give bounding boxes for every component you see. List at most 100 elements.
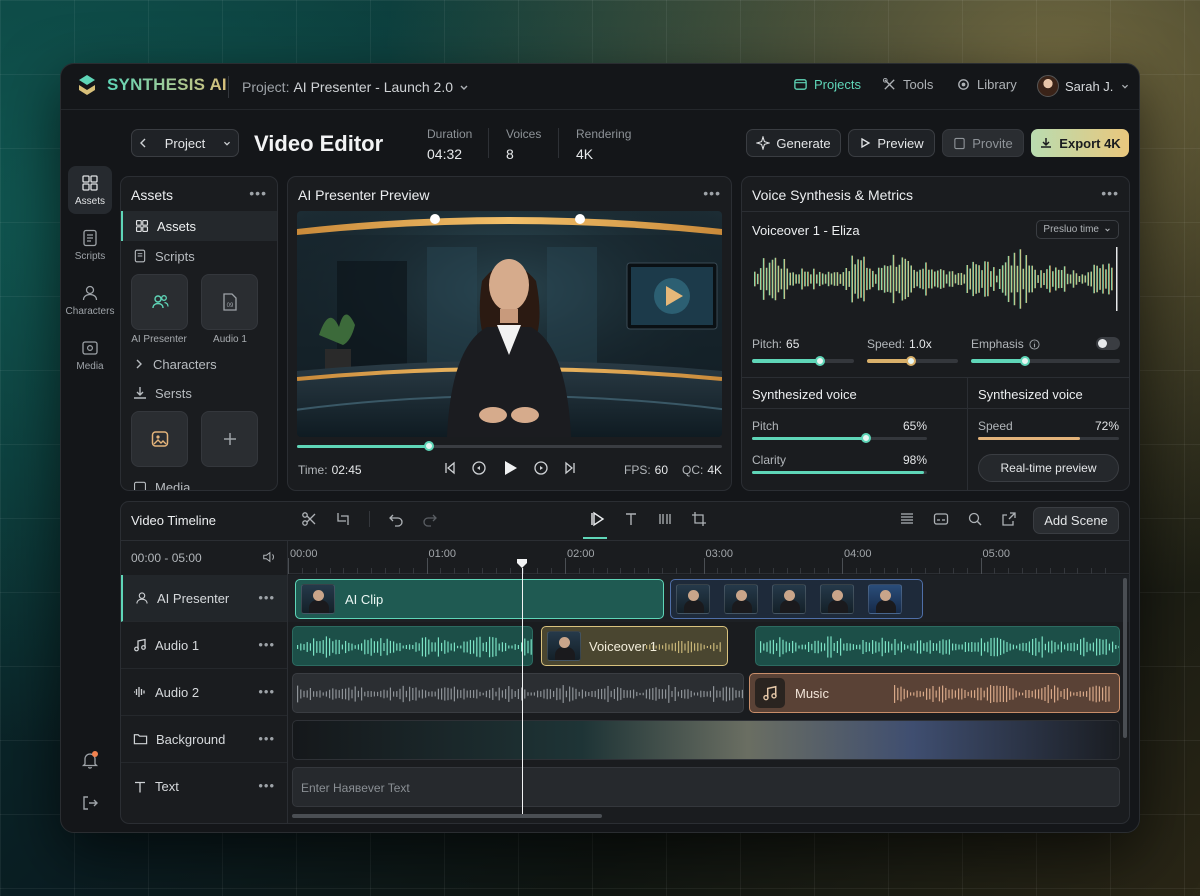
more-icon[interactable]: ••• (1101, 185, 1119, 201)
emphasis-toggle[interactable] (1096, 337, 1120, 350)
skip-back-icon[interactable] (443, 461, 457, 475)
ruler-minor-tick (343, 568, 345, 574)
slider-knob[interactable] (905, 356, 916, 366)
playhead[interactable] (516, 559, 528, 814)
slider-knob[interactable] (1019, 356, 1030, 366)
waveform-bar (364, 639, 366, 655)
forward-icon[interactable] (533, 460, 549, 476)
clip-voiceover[interactable]: Voiceover 1 (541, 626, 728, 666)
skip-forward-icon[interactable] (563, 461, 577, 475)
sersts-item[interactable]: Sersts (121, 378, 277, 408)
track-text[interactable]: Text ••• (121, 763, 287, 810)
waveform-bar (412, 688, 414, 700)
back-to-project-button[interactable]: Project (131, 129, 239, 157)
undo-icon[interactable] (388, 511, 404, 527)
playback-progress-bar[interactable] (297, 441, 722, 451)
caption-icon[interactable] (933, 511, 949, 527)
waveform-bar (425, 637, 427, 657)
clip-thumbnail (301, 584, 335, 614)
characters-item[interactable]: Characters (121, 349, 277, 379)
vertical-scrollbar[interactable] (1123, 578, 1127, 738)
notifications-button[interactable] (81, 751, 99, 769)
clip-music[interactable]: Music (749, 673, 1120, 713)
provite-button[interactable]: Provite (942, 129, 1024, 157)
waveform-bar (578, 691, 580, 697)
clip-presenter-frames[interactable] (670, 579, 923, 619)
add-scene-button[interactable]: Add Scene (1033, 507, 1119, 534)
rewind-icon[interactable] (471, 460, 487, 476)
text-tool-icon[interactable] (623, 511, 639, 527)
asset-tile-audio-1[interactable]: 09 (201, 274, 258, 330)
time-select[interactable]: Presluo time (1036, 220, 1119, 239)
clip-ai[interactable]: AI Clip (295, 579, 664, 619)
track-audio-1[interactable]: Audio 1 ••• (121, 622, 287, 669)
waveform-bar (833, 272, 836, 286)
video-frame[interactable] (297, 211, 722, 437)
export-4k-button[interactable]: Export 4K (1031, 129, 1129, 157)
waveform-bar (763, 643, 765, 651)
info-icon[interactable] (1029, 338, 1040, 350)
clip-audio-1a[interactable] (292, 626, 533, 666)
track-background[interactable]: Background ••• (121, 716, 287, 763)
more-icon[interactable]: ••• (258, 778, 275, 793)
waveform-bar (610, 690, 612, 698)
select-tool-icon[interactable] (589, 511, 605, 527)
waveform-bar (549, 689, 551, 699)
volume-icon[interactable] (262, 550, 276, 564)
more-icon[interactable]: ••• (258, 684, 275, 699)
clip-audio-1b[interactable] (755, 626, 1120, 666)
split-icon[interactable] (335, 511, 351, 527)
play-icon[interactable] (501, 459, 519, 477)
more-icon[interactable]: ••• (258, 590, 275, 605)
nav-projects[interactable]: Projects (793, 77, 861, 92)
media-item[interactable]: Media (121, 472, 277, 490)
align-icon[interactable] (899, 511, 915, 527)
assets-item[interactable]: Assets (121, 211, 277, 241)
waveform-bar (357, 644, 359, 650)
scissors-icon[interactable] (301, 511, 317, 527)
rail-characters[interactable]: Characters (66, 276, 114, 324)
more-icon[interactable]: ••• (258, 731, 275, 746)
track-ai-presenter[interactable]: AI Presenter ••• (121, 575, 287, 622)
nav-tools[interactable]: Tools (882, 77, 933, 92)
emphasis-slider[interactable] (971, 356, 1120, 366)
generate-button[interactable]: Generate (746, 129, 841, 157)
speed-slider[interactable] (867, 356, 958, 366)
nav-library[interactable]: Library (956, 77, 1017, 92)
waveform-bar (402, 685, 404, 703)
more-icon[interactable]: ••• (703, 185, 721, 201)
bars-icon[interactable] (657, 511, 673, 527)
waveform-bar (1072, 270, 1075, 288)
redo-icon[interactable] (422, 511, 438, 527)
more-icon[interactable]: ••• (249, 185, 267, 201)
waveform-bar (431, 691, 433, 697)
logout-button[interactable] (81, 794, 99, 812)
rail-media[interactable]: Media (68, 331, 112, 379)
progress-knob[interactable] (423, 441, 434, 451)
real-time-preview-button[interactable]: Real-time preview (978, 454, 1119, 482)
waveform-bar (881, 637, 883, 657)
preview-button[interactable]: Preview (848, 129, 935, 157)
crop-icon[interactable] (691, 511, 707, 527)
more-icon[interactable]: ••• (258, 637, 275, 652)
rail-scripts[interactable]: Scripts (68, 221, 112, 269)
waveform-bar (1050, 689, 1052, 699)
project-selector[interactable]: Project: AI Presenter - Launch 2.0 (242, 79, 471, 95)
clip-background[interactable] (292, 720, 1120, 760)
horizontal-scrollbar[interactable] (292, 814, 602, 818)
add-asset-button[interactable] (201, 411, 258, 467)
pitch-slider[interactable] (752, 356, 854, 366)
track-audio-2[interactable]: Audio 2 ••• (121, 669, 287, 716)
share-icon[interactable] (1001, 511, 1017, 527)
asset-tile-image[interactable] (131, 411, 188, 467)
asset-tile-ai-presenter[interactable] (131, 274, 188, 330)
search-icon[interactable] (967, 511, 983, 527)
scripts-item[interactable]: Scripts (121, 241, 277, 271)
slider-knob[interactable] (815, 356, 826, 366)
logo[interactable]: SYNTHESIS AI (75, 73, 227, 97)
text-track-input[interactable]: Enter Haявever Text (292, 767, 1120, 807)
rail-assets[interactable]: Assets (68, 166, 112, 214)
waveform-bar (952, 643, 954, 651)
time-ruler[interactable]: 00:00 01:00 02:00 03:00 04:00 05:00 (288, 541, 1129, 574)
user-menu[interactable]: Sarah J. (1037, 75, 1131, 97)
